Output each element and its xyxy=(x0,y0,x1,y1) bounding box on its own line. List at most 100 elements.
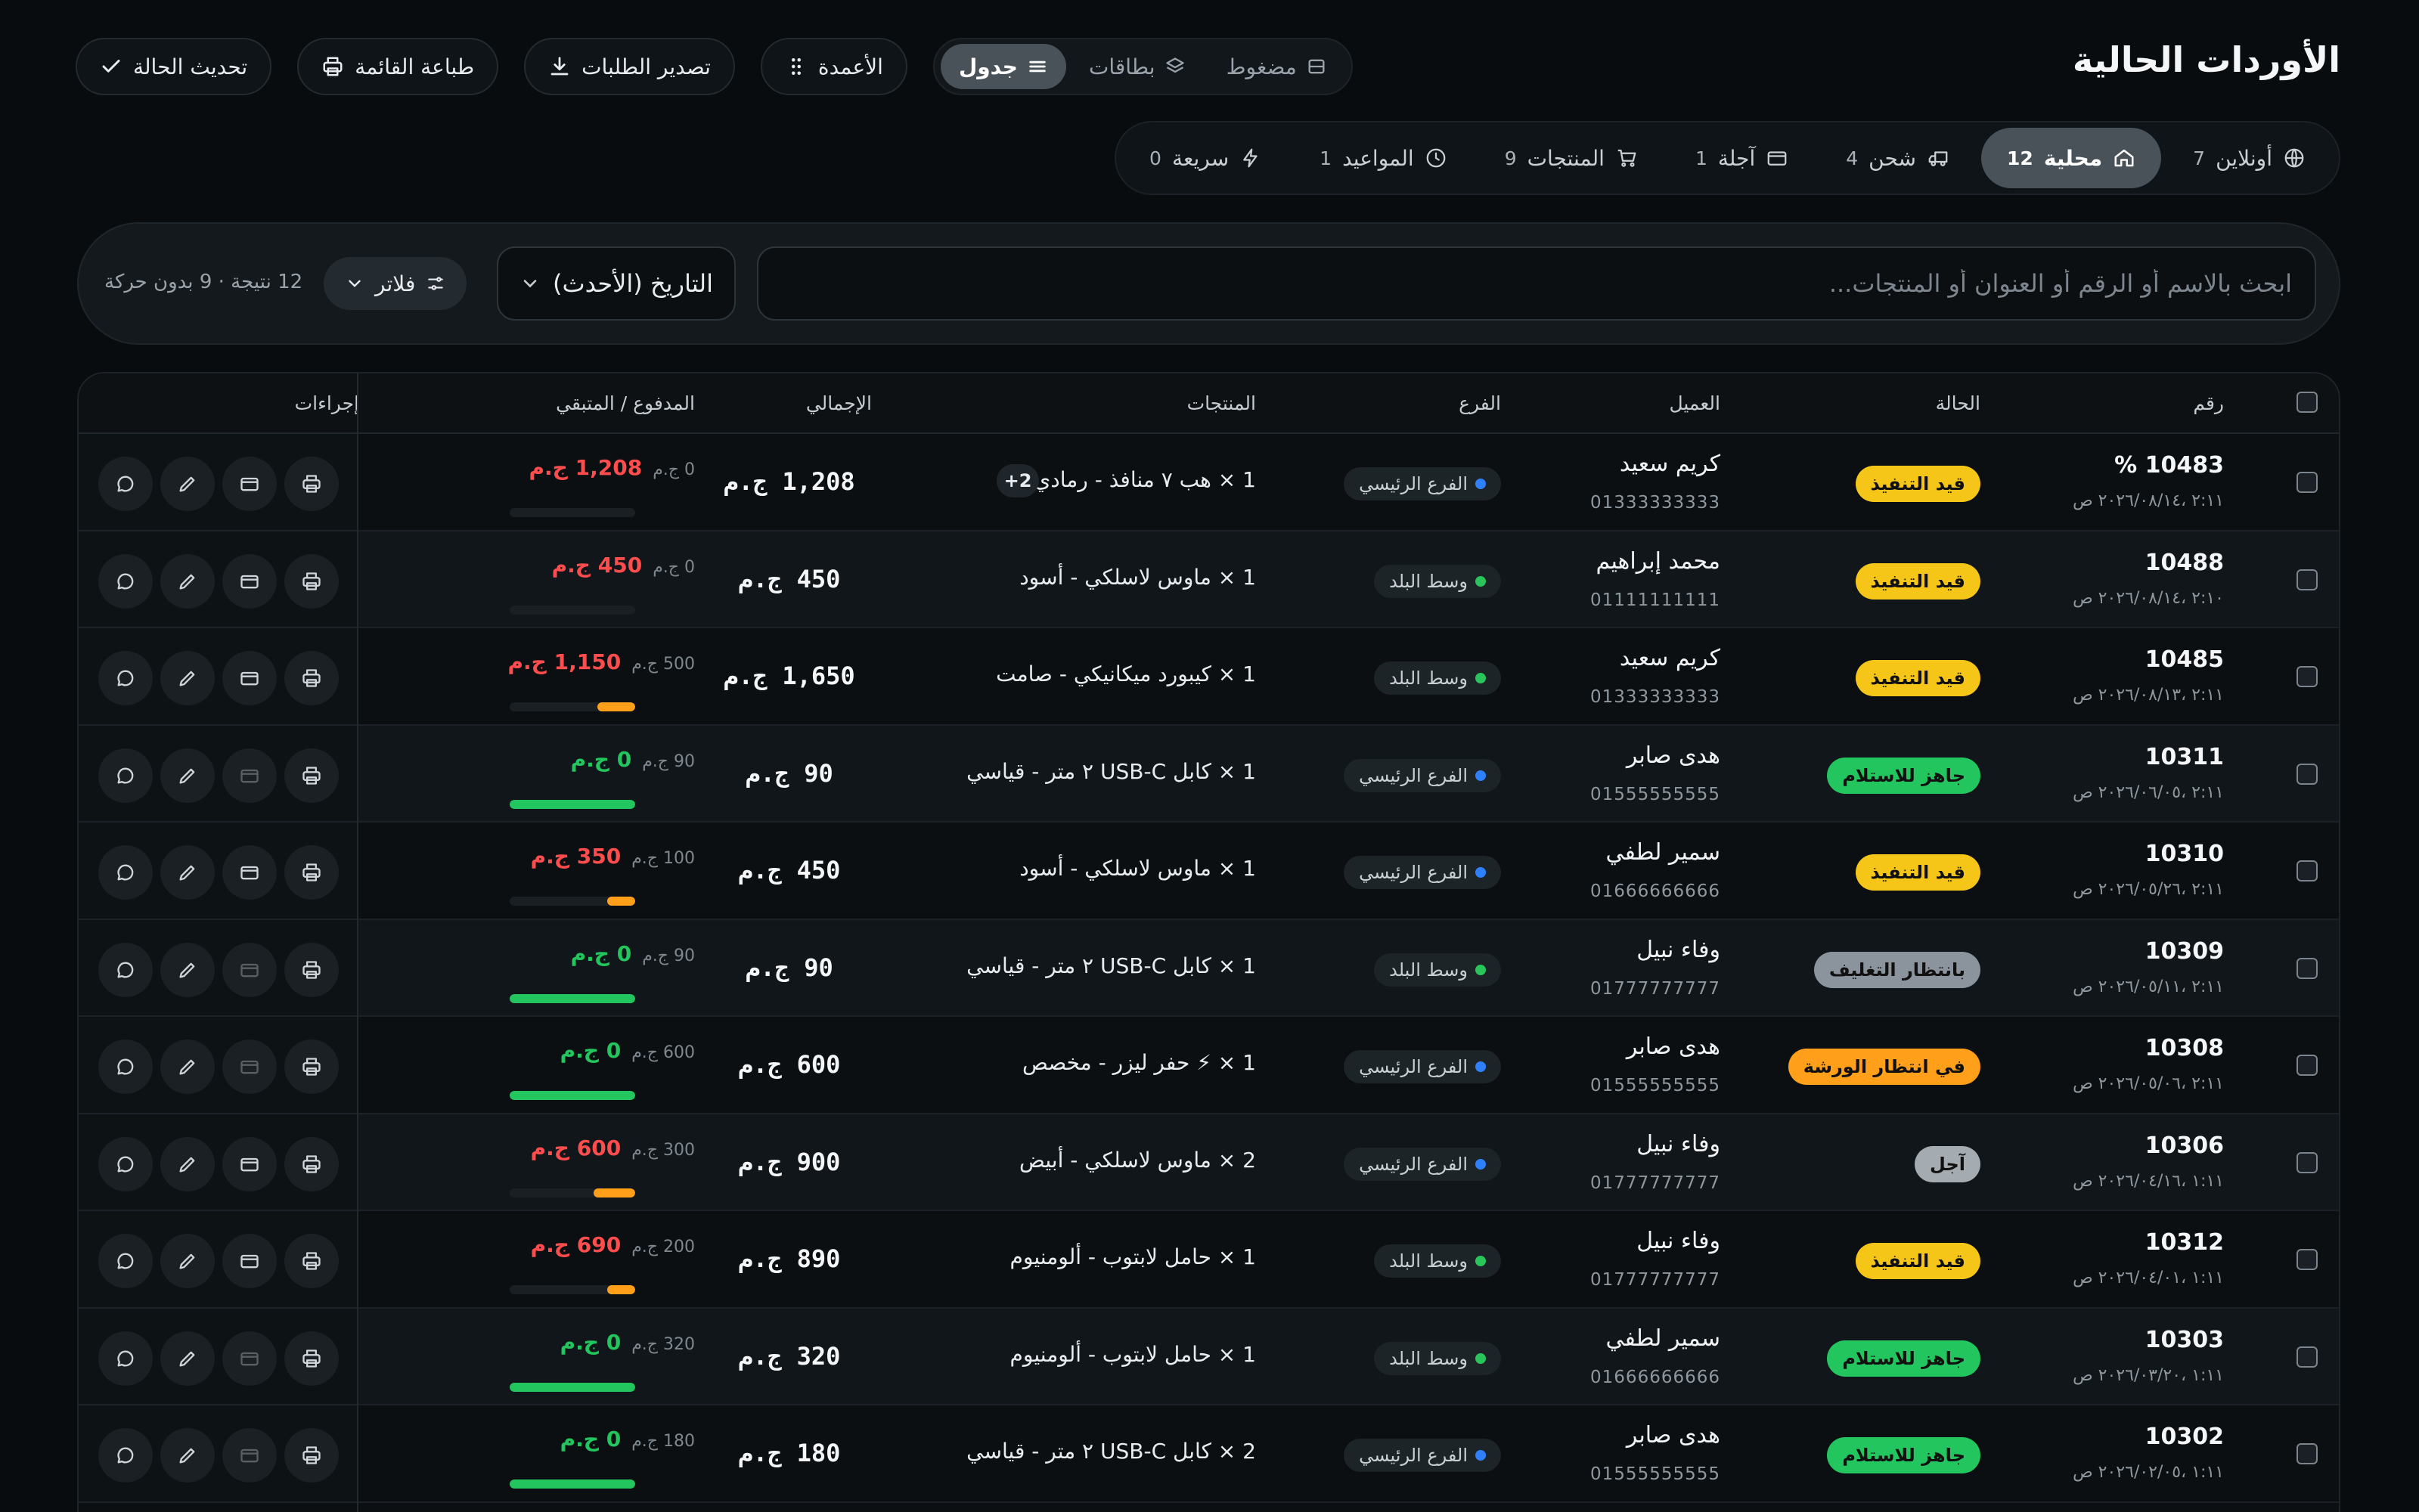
row-checkbox[interactable] xyxy=(2296,1346,2318,1368)
row-checkbox[interactable] xyxy=(2296,1055,2318,1076)
table-row[interactable]: 10488 ٢:١٠ ،٢٠٢٦/٠٨/١٤ ص قيد التنفيذ محمد إ… xyxy=(79,531,2339,628)
order-number[interactable]: 10488 xyxy=(2145,550,2224,576)
search-input[interactable] xyxy=(757,246,2316,321)
order-number[interactable]: 10310 xyxy=(2145,841,2224,867)
status-badge[interactable]: جاهز للاستلام xyxy=(1827,1437,1980,1473)
print-order-button[interactable] xyxy=(284,845,339,900)
status-badge[interactable]: جاهز للاستلام xyxy=(1827,1340,1980,1377)
table-row[interactable]: 10483 % ٢:١١ ،٢٠٢٦/٠٨/١٤ ص قيد التنفيذ كريم… xyxy=(79,434,2339,531)
print-order-button[interactable] xyxy=(284,457,339,511)
row-checkbox[interactable] xyxy=(2296,666,2318,687)
row-checkbox[interactable] xyxy=(2296,569,2318,590)
message-customer-button[interactable] xyxy=(98,942,153,997)
export-orders-button[interactable]: تصدير الطلبات xyxy=(524,38,735,95)
payment-button[interactable] xyxy=(222,942,277,997)
sort-select[interactable]: التاريخ (الأحدث) xyxy=(497,246,736,321)
row-checkbox[interactable] xyxy=(2296,763,2318,785)
order-number[interactable]: 10483 % xyxy=(2114,452,2224,479)
row-checkbox[interactable] xyxy=(2296,957,2318,979)
message-customer-button[interactable] xyxy=(98,651,153,705)
edit-order-button[interactable] xyxy=(160,1234,215,1288)
payment-button[interactable] xyxy=(222,1331,277,1386)
message-customer-button[interactable] xyxy=(98,1136,153,1191)
message-customer-button[interactable] xyxy=(98,1234,153,1288)
payment-button[interactable] xyxy=(222,1040,277,1094)
payment-button[interactable] xyxy=(222,553,277,609)
status-badge[interactable]: قيد التنفيذ xyxy=(1855,660,1980,696)
edit-order-button[interactable] xyxy=(160,845,215,900)
message-customer-button[interactable] xyxy=(98,1428,153,1483)
table-row[interactable]: 10306 ١:١١ ،٢٠٢٦/٠٤/١٦ ص آجل وفاء نبيل 01777… xyxy=(79,1114,2339,1211)
row-checkbox[interactable] xyxy=(2296,472,2318,493)
table-row[interactable]: 10302 ١:١١ ،٢٠٢٦/٠٢/٠٥ ص جاهز للاستلام هدى … xyxy=(79,1405,2339,1503)
status-badge[interactable]: في انتظار الورشة xyxy=(1788,1049,1980,1085)
more-products-badge[interactable]: 2+ xyxy=(997,464,1039,497)
tab-6[interactable]: سريعة 0 xyxy=(1124,128,1288,188)
row-checkbox[interactable] xyxy=(2296,1249,2318,1270)
select-all-checkbox[interactable] xyxy=(2296,392,2318,413)
message-customer-button[interactable] xyxy=(98,1331,153,1386)
edit-order-button[interactable] xyxy=(160,942,215,997)
order-number[interactable]: 10311 xyxy=(2145,744,2224,770)
print-order-button[interactable] xyxy=(284,1136,339,1191)
message-customer-button[interactable] xyxy=(98,553,153,609)
edit-order-button[interactable] xyxy=(160,1040,215,1094)
order-number[interactable]: 10306 xyxy=(2145,1132,2224,1159)
print-order-button[interactable] xyxy=(284,1428,339,1483)
status-badge[interactable]: قيد التنفيذ xyxy=(1855,466,1980,502)
order-number[interactable]: 10302 xyxy=(2145,1424,2224,1450)
print-order-button[interactable] xyxy=(284,553,339,609)
edit-order-button[interactable] xyxy=(160,553,215,609)
status-badge[interactable]: آجل xyxy=(1915,1145,1980,1182)
row-checkbox[interactable] xyxy=(2296,860,2318,881)
order-number[interactable]: 10309 xyxy=(2145,938,2224,965)
print-order-button[interactable] xyxy=(284,651,339,705)
print-order-button[interactable] xyxy=(284,748,339,803)
table-row[interactable]: 10303 ١:١١ ،٢٠٢٦/٠٣/٢٠ ص جاهز للاستلام سمير… xyxy=(79,1308,2339,1405)
order-number[interactable]: 10485 xyxy=(2145,646,2224,673)
tab-5[interactable]: المواعيد 1 xyxy=(1294,128,1473,188)
row-checkbox[interactable] xyxy=(2296,1443,2318,1464)
message-customer-button[interactable] xyxy=(98,845,153,900)
status-badge[interactable]: قيد التنفيذ xyxy=(1855,562,1980,600)
edit-order-button[interactable] xyxy=(160,1428,215,1483)
edit-order-button[interactable] xyxy=(160,1136,215,1191)
print-order-button[interactable] xyxy=(284,1331,339,1386)
message-customer-button[interactable] xyxy=(98,748,153,803)
message-customer-button[interactable] xyxy=(98,457,153,511)
print-list-button[interactable]: طباعة القائمة xyxy=(297,38,499,95)
status-badge[interactable]: قيد التنفيذ xyxy=(1855,1243,1980,1279)
order-number[interactable]: 10303 xyxy=(2145,1327,2224,1353)
table-row[interactable]: 10312 ١:١١ ،٢٠٢٦/٠٤/٠١ ص قيد التنفيذ وفاء ن… xyxy=(79,1211,2339,1309)
payment-button[interactable] xyxy=(222,748,277,803)
payment-button[interactable] xyxy=(222,1428,277,1483)
print-order-button[interactable] xyxy=(284,1040,339,1094)
payment-button[interactable] xyxy=(222,1234,277,1288)
status-badge[interactable]: قيد التنفيذ xyxy=(1855,854,1980,891)
payment-button[interactable] xyxy=(222,651,277,705)
tab-3[interactable]: آجلة 1 xyxy=(1670,128,1814,188)
tab-2[interactable]: شحن 4 xyxy=(1820,128,1975,188)
payment-button[interactable] xyxy=(222,457,277,511)
order-number[interactable]: 10308 xyxy=(2145,1035,2224,1061)
status-badge[interactable]: جاهز للاستلام xyxy=(1827,757,1980,794)
row-checkbox[interactable] xyxy=(2296,1151,2318,1173)
table-row[interactable]: 10309 ٢:١١ ،٢٠٢٦/٠٥/١١ ص بانتظار التغليف وف… xyxy=(79,919,2339,1017)
print-order-button[interactable] xyxy=(284,1234,339,1288)
message-customer-button[interactable] xyxy=(98,1040,153,1094)
tab-0[interactable]: أونلاين 7 xyxy=(2167,128,2331,188)
table-row[interactable]: 10310 ٢:١١ ،٢٠٢٦/٠٥/٢٦ ص قيد التنفيذ سمير ل… xyxy=(79,823,2339,920)
view-cards-button[interactable]: بطاقات xyxy=(1071,44,1204,89)
payment-button[interactable] xyxy=(222,1136,277,1191)
view-table-button[interactable]: جدول xyxy=(940,44,1066,89)
status-badge[interactable]: بانتظار التغليف xyxy=(1813,951,1980,988)
filters-button[interactable]: فلاتر xyxy=(324,257,467,310)
payment-button[interactable] xyxy=(222,845,277,900)
table-row[interactable]: 10311 ٢:١١ ،٢٠٢٦/٠٦/٠٥ ص جاهز للاستلام هدى … xyxy=(79,725,2339,823)
edit-order-button[interactable] xyxy=(160,1331,215,1386)
view-compact-button[interactable]: مضغوط xyxy=(1208,44,1345,89)
tab-4[interactable]: المنتجات 9 xyxy=(1479,128,1664,188)
order-number[interactable]: 10312 xyxy=(2145,1229,2224,1256)
edit-order-button[interactable] xyxy=(160,651,215,705)
table-row[interactable]: 10308 ٢:١١ ،٢٠٢٦/٠٥/٠٦ ص في انتظار الورشة ه… xyxy=(79,1017,2339,1114)
